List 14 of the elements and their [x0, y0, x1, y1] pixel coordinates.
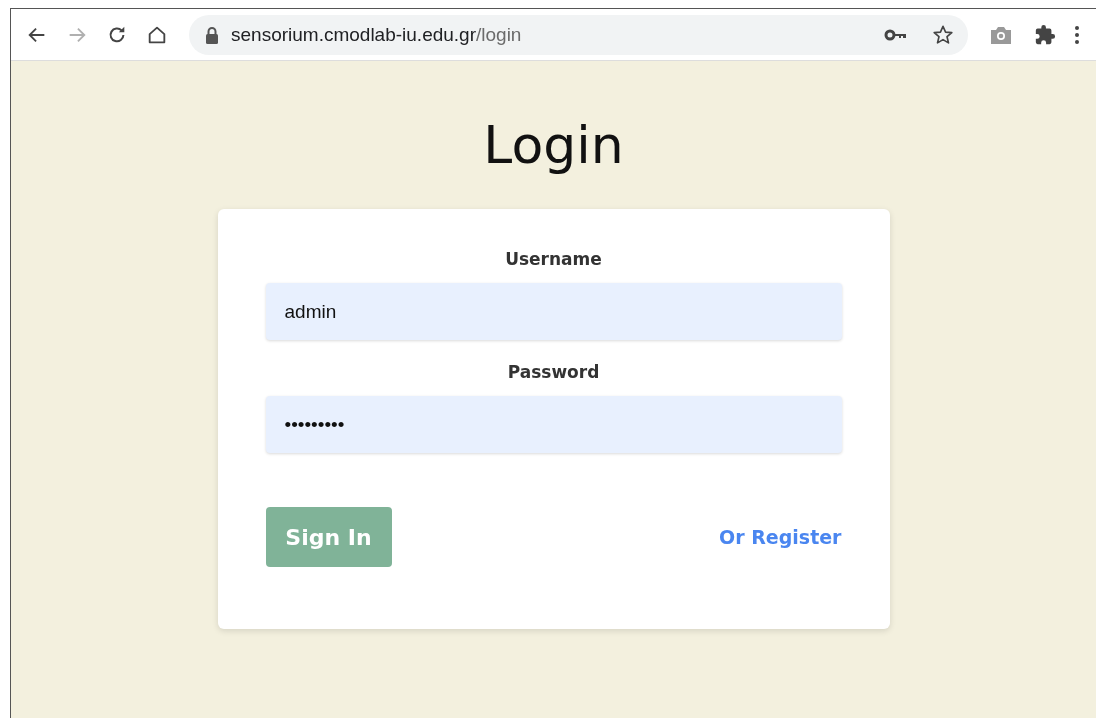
input-field[interactable]: admin	[265, 283, 842, 340]
lock-icon	[205, 25, 219, 44]
camera-icon[interactable]	[990, 25, 1012, 44]
field-label: Password	[507, 362, 600, 382]
address-bar[interactable]: sensorium.cmodlab-iu.edu.gr/login	[189, 14, 968, 55]
register-link[interactable]: Or Register	[719, 526, 842, 548]
puzzle-icon[interactable]	[1034, 23, 1056, 46]
url-text: sensorium.cmodlab-iu.edu.gr/login	[231, 23, 523, 46]
star-icon[interactable]	[932, 23, 954, 46]
field-label: Username	[505, 249, 602, 269]
menu-icon[interactable]	[1074, 24, 1080, 45]
input-field[interactable]: •••••••••	[265, 396, 842, 453]
page-title: Login	[483, 115, 624, 175]
key-icon[interactable]	[884, 27, 908, 42]
